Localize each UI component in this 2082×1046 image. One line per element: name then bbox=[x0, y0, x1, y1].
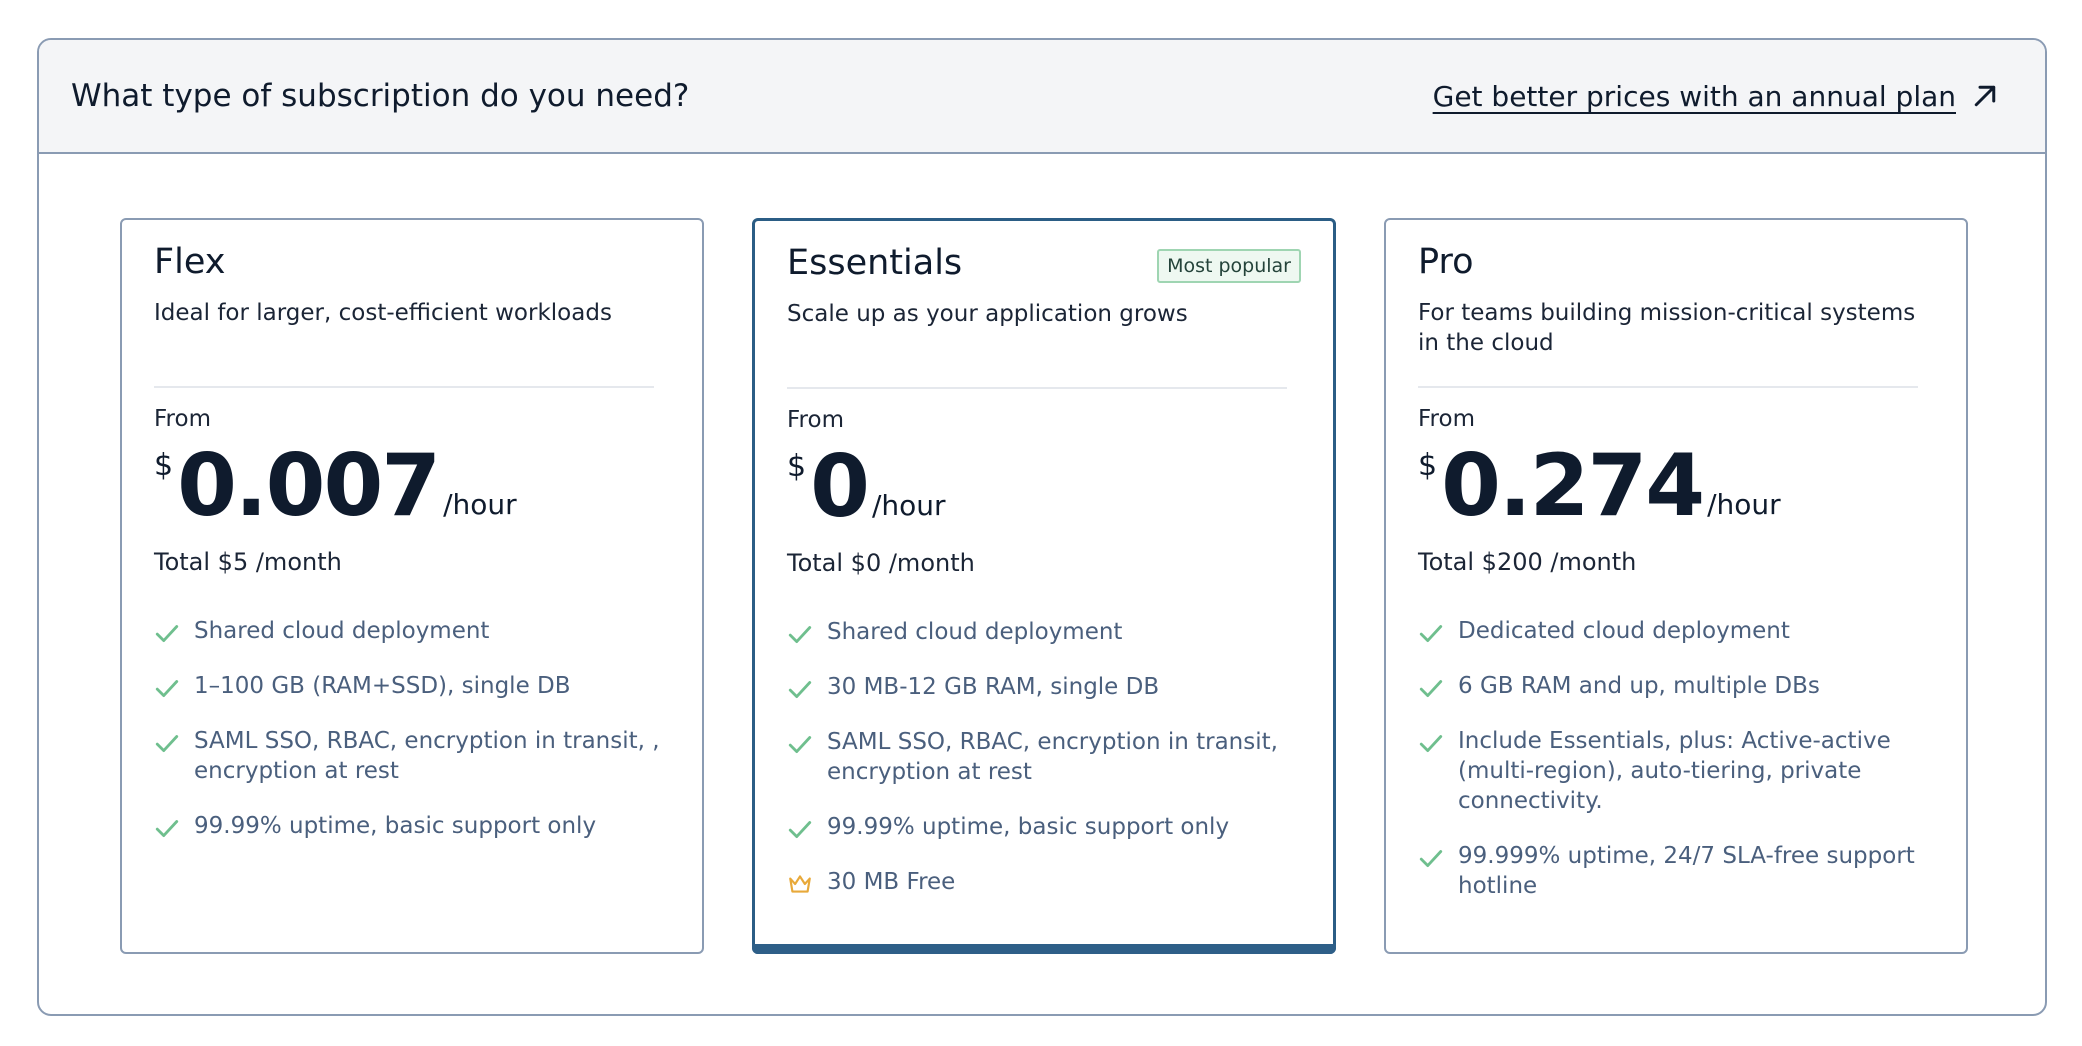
plan-description: Ideal for larger, cost-efficient workloa… bbox=[154, 300, 612, 326]
plan-name: Flex bbox=[154, 242, 226, 282]
divider bbox=[1418, 386, 1918, 388]
feature-item: Shared cloud deployment bbox=[154, 616, 670, 646]
panel-title: What type of subscription do you need? bbox=[71, 78, 690, 114]
plan-card-essentials[interactable]: Essentials Most popular Scale up as your a… bbox=[752, 218, 1336, 954]
plan-description: For teams building mission-critical syst… bbox=[1418, 300, 1916, 356]
plan-name: Pro bbox=[1418, 242, 1474, 282]
plan-card-top: Essentials Most popular bbox=[787, 243, 1301, 299]
plan-card-pro[interactable]: Pro For teams building mission-critical s… bbox=[1384, 218, 1968, 954]
feature-item: Dedicated cloud deployment bbox=[1418, 616, 1934, 646]
plan-name: Essentials bbox=[787, 243, 963, 283]
price-amount: 0.007 bbox=[177, 436, 441, 536]
plan-description: Scale up as your application grows bbox=[787, 301, 1188, 327]
subscription-panel: What type of subscription do you need? G… bbox=[37, 38, 2047, 1016]
feature-text: 99.999% uptime, 24/7 SLA-free support ho… bbox=[1458, 843, 1915, 899]
check-icon bbox=[1419, 680, 1443, 697]
check-icon bbox=[788, 821, 812, 838]
feature-list: Dedicated cloud deployment 6 GB RAM and u… bbox=[1418, 616, 1934, 901]
price-unit: /hour bbox=[871, 489, 946, 522]
check-icon bbox=[155, 680, 179, 697]
arrow-up-right-icon bbox=[1974, 85, 1996, 107]
feature-text: Dedicated cloud deployment bbox=[1458, 618, 1790, 644]
price-amount: 0.274 bbox=[1441, 436, 1705, 536]
from-label: From bbox=[787, 407, 844, 433]
from-label: From bbox=[154, 406, 211, 432]
check-icon bbox=[155, 820, 179, 837]
feature-item: SAML SSO, RBAC, encryption in transit, ,… bbox=[154, 726, 670, 786]
feature-text: SAML SSO, RBAC, encryption in transit, ,… bbox=[194, 728, 660, 784]
plan-card-flex[interactable]: Flex Ideal for larger, cost-efficient wor… bbox=[120, 218, 704, 954]
check-icon bbox=[155, 625, 179, 642]
crown-icon bbox=[789, 875, 811, 893]
feature-text: Shared cloud deployment bbox=[827, 619, 1123, 645]
price-unit: /hour bbox=[443, 488, 517, 521]
monthly-total: Total $0 /month bbox=[787, 549, 975, 577]
feature-list: Shared cloud deployment 30 MB-12 GB RAM, … bbox=[787, 617, 1301, 897]
from-label: From bbox=[1418, 406, 1475, 432]
price-unit: /hour bbox=[1707, 488, 1781, 521]
feature-item: 30 MB Free bbox=[787, 867, 1301, 897]
check-icon bbox=[788, 736, 812, 753]
check-icon bbox=[155, 735, 179, 752]
feature-item: 1–100 GB (RAM+SSD), single DB bbox=[154, 671, 670, 701]
plan-card-top: Flex bbox=[154, 242, 670, 298]
check-icon bbox=[788, 681, 812, 698]
annual-plan-link-label: Get better prices with an annual plan bbox=[1432, 79, 1956, 113]
currency-symbol: $ bbox=[154, 448, 174, 483]
feature-item: 99.999% uptime, 24/7 SLA-free support ho… bbox=[1418, 841, 1934, 901]
feature-text: Shared cloud deployment bbox=[194, 618, 490, 644]
currency-symbol: $ bbox=[787, 449, 807, 484]
plan-card-top: Pro bbox=[1418, 242, 1934, 298]
check-icon bbox=[1419, 850, 1443, 867]
feature-text: 1–100 GB (RAM+SSD), single DB bbox=[194, 673, 571, 699]
feature-item: 99.99% uptime, basic support only bbox=[154, 811, 670, 841]
feature-item: Shared cloud deployment bbox=[787, 617, 1301, 647]
feature-item: 6 GB RAM and up, multiple DBs bbox=[1418, 671, 1934, 701]
feature-text: Include Essentials, plus: Active-active … bbox=[1458, 728, 1891, 814]
panel-header: What type of subscription do you need? G… bbox=[39, 40, 2045, 154]
feature-item: 99.99% uptime, basic support only bbox=[787, 812, 1301, 842]
check-icon bbox=[788, 626, 812, 643]
feature-text: 99.99% uptime, basic support only bbox=[827, 814, 1230, 840]
divider bbox=[787, 387, 1287, 389]
feature-text: 30 MB-12 GB RAM, single DB bbox=[827, 674, 1160, 700]
annual-plan-link[interactable]: Get better prices with an annual plan bbox=[1433, 80, 2000, 113]
price: $0/hour bbox=[787, 443, 1301, 533]
price-amount: 0 bbox=[810, 437, 870, 537]
monthly-total: Total $200 /month bbox=[1418, 548, 1637, 576]
feature-text: 6 GB RAM and up, multiple DBs bbox=[1458, 673, 1820, 699]
feature-item: SAML SSO, RBAC, encryption in transit, e… bbox=[787, 727, 1301, 787]
price: $0.007/hour bbox=[154, 442, 670, 532]
check-icon bbox=[1419, 625, 1443, 642]
featured-accent-bar bbox=[752, 944, 1336, 954]
check-icon bbox=[1419, 735, 1443, 752]
currency-symbol: $ bbox=[1418, 448, 1438, 483]
feature-text: 99.99% uptime, basic support only bbox=[194, 813, 597, 839]
feature-item: 30 MB-12 GB RAM, single DB bbox=[787, 672, 1301, 702]
feature-list: Shared cloud deployment 1–100 GB (RAM+SSD… bbox=[154, 616, 670, 841]
plan-cards: Flex Ideal for larger, cost-efficient wor… bbox=[120, 218, 1968, 954]
feature-text: 30 MB Free bbox=[827, 869, 956, 895]
price: $0.274/hour bbox=[1418, 442, 1934, 532]
feature-text: SAML SSO, RBAC, encryption in transit, e… bbox=[827, 729, 1278, 785]
feature-item: Include Essentials, plus: Active-active … bbox=[1418, 726, 1934, 816]
most-popular-badge: Most popular bbox=[1157, 249, 1301, 283]
divider bbox=[154, 386, 654, 388]
monthly-total: Total $5 /month bbox=[154, 548, 342, 576]
